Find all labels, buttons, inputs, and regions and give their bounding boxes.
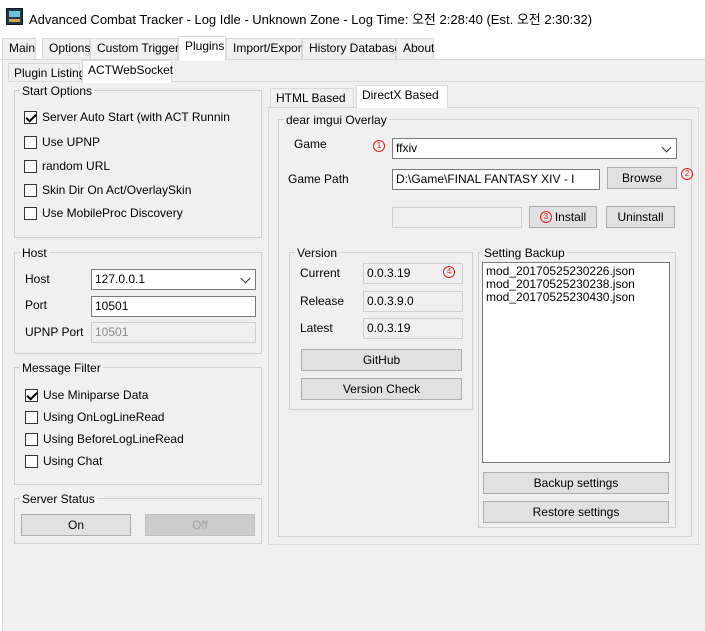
tab-import-export[interactable]: Import/Export: [226, 38, 305, 59]
github-button[interactable]: GitHub: [301, 349, 462, 371]
skin-dir-checkbox[interactable]: Skin Dir On Act/OverlaySkin: [24, 183, 191, 197]
host-value: 127.0.0.1: [95, 272, 146, 286]
message-filter-title: Message Filter: [20, 361, 103, 375]
backup-settings-button[interactable]: Backup settings: [483, 472, 669, 494]
uninstall-button[interactable]: Uninstall: [606, 206, 675, 228]
checkbox[interactable]: [25, 432, 38, 446]
host-label: Host: [25, 272, 50, 286]
install-status-field: [392, 207, 522, 228]
title-bar: Advanced Combat Tracker - Log Idle - Unk…: [0, 0, 705, 34]
checkbox-checked[interactable]: [24, 110, 37, 124]
tab-options[interactable]: Options: [42, 38, 90, 59]
mobileproc-label: Use MobileProc Discovery: [42, 206, 183, 220]
game-select[interactable]: ffxiv: [392, 138, 677, 159]
marker-3: 3: [539, 210, 552, 223]
beforelogline-checkbox[interactable]: Using BeforeLogLineRead: [25, 432, 184, 446]
checkbox[interactable]: [24, 183, 37, 197]
host-title: Host: [20, 246, 49, 260]
server-status-title: Server Status: [20, 492, 97, 506]
server-auto-start-checkbox[interactable]: Server Auto Start (with ACT Runnin: [24, 110, 230, 124]
marker-1: 1: [373, 140, 385, 152]
miniparse-label: Use Miniparse Data: [43, 388, 149, 402]
setting-backup-title: Setting Backup: [482, 246, 567, 260]
tab-custom-triggers[interactable]: Custom Triggers: [90, 38, 185, 59]
random-url-checkbox[interactable]: random URL: [24, 159, 110, 173]
latest-label: Latest: [300, 321, 333, 335]
use-upnp-label: Use UPNP: [42, 135, 101, 149]
restore-settings-button[interactable]: Restore settings: [483, 501, 669, 523]
browse-button[interactable]: Browse: [607, 167, 677, 189]
version-check-button[interactable]: Version Check: [301, 378, 462, 400]
tab-directx-based[interactable]: DirectX Based: [356, 85, 448, 108]
checkbox[interactable]: [24, 135, 37, 149]
install-label: Install: [554, 210, 587, 224]
tab-history-database[interactable]: History Database: [302, 38, 401, 59]
checkbox[interactable]: [24, 159, 37, 173]
tab-main[interactable]: Main: [2, 38, 36, 59]
version-title: Version: [295, 246, 340, 260]
tab-plugin-listing[interactable]: Plugin Listing: [8, 63, 85, 83]
main-tab-strip: Main Options Custom Triggers Plugins Imp…: [0, 36, 705, 61]
tab-about[interactable]: About: [396, 38, 434, 59]
start-options-title: Start Options: [20, 84, 95, 98]
checkbox-checked[interactable]: [25, 388, 38, 402]
server-off-button: Off: [145, 514, 255, 536]
use-upnp-checkbox[interactable]: Use UPNP: [24, 135, 100, 149]
game-path-label: Game Path: [288, 172, 349, 186]
game-path-input[interactable]: D:\Game\FINAL FANTASY XIV - I: [392, 169, 600, 190]
window-title: Advanced Combat Tracker - Log Idle - Unk…: [29, 12, 593, 27]
chat-label: Using Chat: [43, 454, 103, 468]
marker-4: 4: [443, 266, 455, 278]
chevron-down-icon[interactable]: [240, 273, 251, 284]
server-on-button[interactable]: On: [21, 514, 131, 536]
checkbox[interactable]: [24, 206, 37, 220]
upnp-port-input: 10501: [91, 322, 256, 343]
tab-actwebsocket[interactable]: ACTWebSocket: [82, 60, 173, 83]
chat-checkbox[interactable]: Using Chat: [25, 454, 102, 468]
chevron-down-icon[interactable]: [661, 142, 672, 153]
skin-dir-label: Skin Dir On Act/OverlaySkin: [42, 183, 192, 197]
list-item[interactable]: mod_20170525230430.json: [486, 291, 666, 304]
checkbox[interactable]: [25, 454, 38, 468]
host-select[interactable]: 127.0.0.1: [91, 269, 256, 290]
backup-file-list[interactable]: mod_20170525230226.json mod_201705252302…: [482, 262, 670, 463]
onlogline-checkbox[interactable]: Using OnLogLineRead: [25, 410, 164, 424]
onlogline-label: Using OnLogLineRead: [43, 410, 165, 424]
game-label: Game: [294, 137, 327, 151]
imgui-overlay-title: dear imgui Overlay: [284, 113, 389, 127]
tab-html-based[interactable]: HTML Based: [270, 88, 354, 108]
release-label: Release: [300, 294, 345, 308]
current-label: Current: [300, 266, 341, 280]
checkbox[interactable]: [25, 410, 38, 424]
game-value: ffxiv: [396, 141, 418, 155]
mobileproc-checkbox[interactable]: Use MobileProc Discovery: [24, 206, 183, 220]
beforelogline-label: Using BeforeLogLineRead: [43, 432, 184, 446]
tab-plugins[interactable]: Plugins: [178, 36, 226, 61]
random-url-label: random URL: [42, 159, 111, 173]
port-label: Port: [25, 298, 48, 312]
release-version-field: 0.0.3.9.0: [363, 291, 463, 312]
latest-version-field: 0.0.3.19: [363, 318, 463, 339]
marker-2: 2: [681, 168, 693, 180]
server-auto-start-label: Server Auto Start (with ACT Runnin: [42, 110, 230, 124]
upnp-port-label: UPNP Port: [25, 325, 84, 339]
port-input[interactable]: 10501: [91, 296, 256, 317]
miniparse-checkbox[interactable]: Use Miniparse Data: [25, 388, 148, 402]
act-app-icon: [6, 8, 23, 25]
install-button[interactable]: 3 Install: [529, 206, 597, 228]
